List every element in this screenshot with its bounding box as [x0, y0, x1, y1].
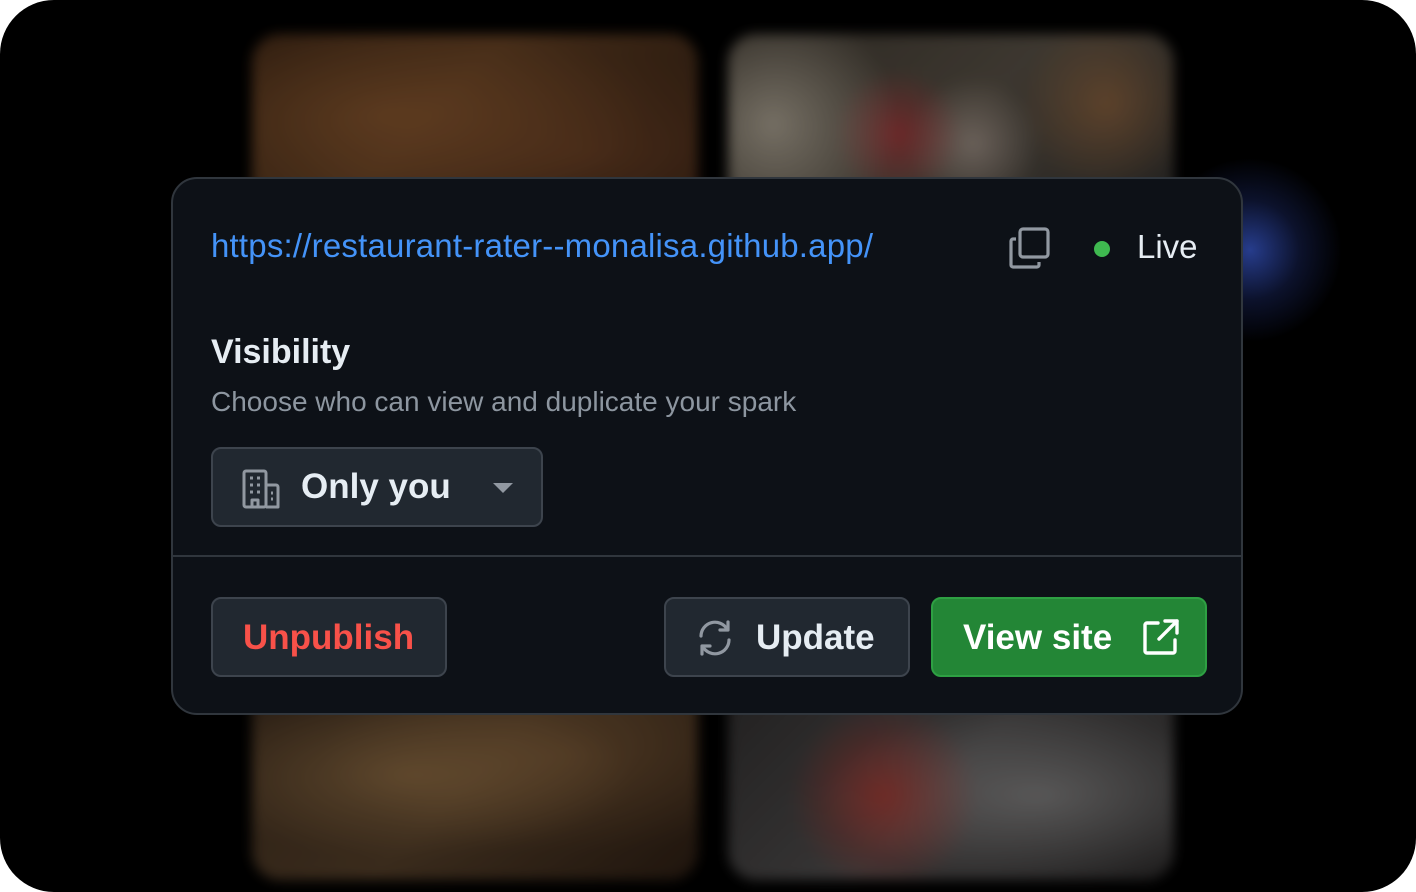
screen-frame: https://restaurant-rater--monalisa.githu…	[0, 0, 1416, 892]
copy-url-button[interactable]	[1007, 225, 1053, 271]
live-status-dot	[1094, 241, 1110, 257]
unpublish-button-label: Unpublish	[243, 618, 415, 657]
panel-divider	[173, 555, 1241, 557]
sync-icon	[699, 620, 731, 656]
view-site-button-label: View site	[963, 618, 1113, 657]
view-site-button[interactable]: View site	[931, 597, 1207, 677]
live-status-label: Live	[1137, 228, 1198, 265]
update-button-label: Update	[756, 618, 875, 657]
update-button[interactable]: Update	[664, 597, 910, 677]
publish-panel: https://restaurant-rater--monalisa.githu…	[171, 177, 1243, 715]
visibility-dropdown[interactable]: Only you	[211, 447, 543, 527]
organization-icon	[242, 469, 280, 509]
url-row: https://restaurant-rater--monalisa.githu…	[211, 223, 1203, 273]
visibility-heading: Visibility	[211, 333, 351, 371]
triangle-down-icon	[493, 483, 513, 493]
copy-icon	[1009, 227, 1050, 269]
unpublish-button[interactable]: Unpublish	[211, 597, 447, 677]
visibility-selected-value: Only you	[301, 467, 451, 506]
visibility-description: Choose who can view and duplicate your s…	[211, 386, 797, 417]
site-url-link[interactable]: https://restaurant-rater--monalisa.githu…	[211, 227, 873, 265]
link-external-icon	[1143, 619, 1179, 655]
